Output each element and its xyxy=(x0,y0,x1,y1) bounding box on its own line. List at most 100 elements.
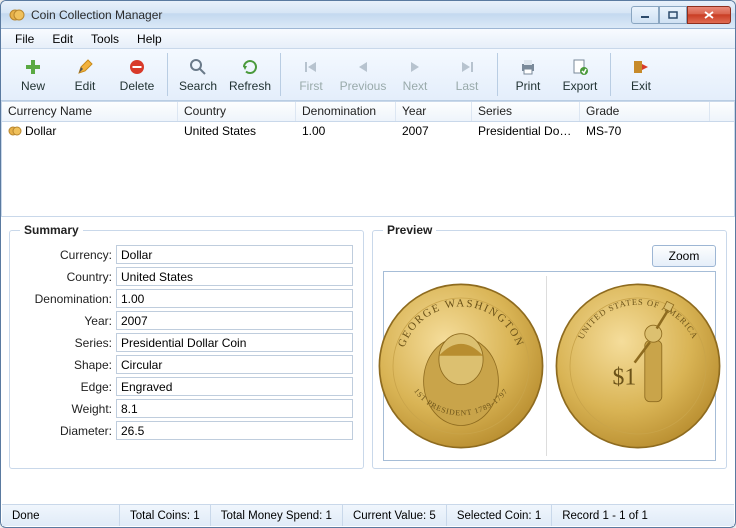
preview-image-box: GEORGE WASHINGTON 1ST PRESIDENT 1789-179… xyxy=(383,271,716,461)
last-label: Last xyxy=(456,79,479,93)
export-button[interactable]: Export xyxy=(554,55,606,95)
label-currency: Currency: xyxy=(20,245,112,264)
toolbar-separator xyxy=(610,53,611,96)
previous-button[interactable]: Previous xyxy=(337,55,389,95)
field-country[interactable] xyxy=(116,267,353,286)
window-title: Coin Collection Manager xyxy=(31,8,631,22)
table-row[interactable]: Dollar United States 1.00 2007 President… xyxy=(2,122,734,140)
label-shape: Shape: xyxy=(20,355,112,374)
toolbar-separator xyxy=(280,53,281,96)
toolbar-separator xyxy=(167,53,168,96)
minimize-button[interactable] xyxy=(631,6,659,24)
preview-title: Preview xyxy=(383,223,436,237)
status-selected-coin: Selected Coin: 1 xyxy=(447,505,552,526)
first-label: First xyxy=(299,79,322,93)
exit-icon xyxy=(631,57,651,77)
last-icon xyxy=(457,57,477,77)
statusbar: Done Total Coins: 1 Total Money Spend: 1… xyxy=(2,504,734,526)
printer-icon xyxy=(518,57,538,77)
new-label: New xyxy=(21,79,45,93)
coin-table: Currency Name Country Denomination Year … xyxy=(1,101,735,217)
label-year: Year: xyxy=(20,311,112,330)
status-done: Done xyxy=(2,505,120,526)
menubar: File Edit Tools Help xyxy=(1,29,735,49)
print-label: Print xyxy=(516,79,541,93)
coin-reverse: UNITED STATES OF AMERICA $1 xyxy=(553,276,723,456)
refresh-icon xyxy=(240,57,260,77)
label-weight: Weight: xyxy=(20,399,112,418)
reverse-denom: $1 xyxy=(613,365,637,391)
app-icon xyxy=(9,7,25,23)
last-button[interactable]: Last xyxy=(441,55,493,95)
zoom-button[interactable]: Zoom xyxy=(652,245,716,267)
menu-file[interactable]: File xyxy=(7,30,42,48)
lower-panels: Summary Currency: Country: Denomination:… xyxy=(1,217,735,475)
table-header: Currency Name Country Denomination Year … xyxy=(2,102,734,122)
exit-button[interactable]: Exit xyxy=(615,55,667,95)
field-denomination[interactable] xyxy=(116,289,353,308)
maximize-button[interactable] xyxy=(659,6,687,24)
label-edge: Edge: xyxy=(20,377,112,396)
previous-label: Previous xyxy=(340,79,387,93)
cell-series: Presidential Doll... xyxy=(472,123,580,139)
cell-denomination: 1.00 xyxy=(296,123,396,139)
window-controls xyxy=(631,6,731,24)
status-current-value: Current Value: 5 xyxy=(343,505,447,526)
field-currency[interactable] xyxy=(116,245,353,264)
refresh-button[interactable]: Refresh xyxy=(224,55,276,95)
summary-panel: Summary Currency: Country: Denomination:… xyxy=(9,223,364,469)
delete-button[interactable]: Delete xyxy=(111,55,163,95)
field-shape[interactable] xyxy=(116,355,353,374)
label-series: Series: xyxy=(20,333,112,352)
toolbar-separator xyxy=(497,53,498,96)
header-currency-name[interactable]: Currency Name xyxy=(2,102,178,121)
next-button[interactable]: Next xyxy=(389,55,441,95)
cell-year: 2007 xyxy=(396,123,472,139)
next-label: Next xyxy=(403,79,428,93)
next-icon xyxy=(405,57,425,77)
plus-icon xyxy=(23,57,43,77)
status-record: Record 1 - 1 of 1 xyxy=(552,505,734,526)
search-label: Search xyxy=(179,79,217,93)
label-denomination: Denomination: xyxy=(20,289,112,308)
header-year[interactable]: Year xyxy=(396,102,472,121)
first-icon xyxy=(301,57,321,77)
header-grade[interactable]: Grade xyxy=(580,102,710,121)
field-diameter[interactable] xyxy=(116,421,353,440)
menu-tools[interactable]: Tools xyxy=(83,30,127,48)
cell-country: United States xyxy=(178,123,296,139)
coin-obverse: GEORGE WASHINGTON 1ST PRESIDENT 1789-179… xyxy=(376,276,547,456)
window-titlebar: Coin Collection Manager xyxy=(1,1,735,29)
summary-title: Summary xyxy=(20,223,83,237)
label-diameter: Diameter: xyxy=(20,421,112,440)
label-country: Country: xyxy=(20,267,112,286)
toolbar: New Edit Delete Search Refresh First Pre… xyxy=(1,49,735,101)
pencil-icon xyxy=(75,57,95,77)
previous-icon xyxy=(353,57,373,77)
export-icon xyxy=(570,57,590,77)
coin-icon xyxy=(8,124,22,138)
status-total-coins: Total Coins: 1 xyxy=(120,505,211,526)
header-series[interactable]: Series xyxy=(472,102,580,121)
search-icon xyxy=(188,57,208,77)
header-country[interactable]: Country xyxy=(178,102,296,121)
cell-grade: MS-70 xyxy=(580,123,710,139)
preview-panel: Preview Zoom GEORGE WASHINGTON xyxy=(372,223,727,469)
edit-button[interactable]: Edit xyxy=(59,55,111,95)
export-label: Export xyxy=(563,79,598,93)
field-year[interactable] xyxy=(116,311,353,330)
new-button[interactable]: New xyxy=(7,55,59,95)
exit-label: Exit xyxy=(631,79,651,93)
search-button[interactable]: Search xyxy=(172,55,224,95)
menu-edit[interactable]: Edit xyxy=(44,30,81,48)
field-weight[interactable] xyxy=(116,399,353,418)
close-button[interactable] xyxy=(687,6,731,24)
delete-label: Delete xyxy=(120,79,155,93)
delete-icon xyxy=(127,57,147,77)
first-button[interactable]: First xyxy=(285,55,337,95)
header-denomination[interactable]: Denomination xyxy=(296,102,396,121)
field-series[interactable] xyxy=(116,333,353,352)
field-edge[interactable] xyxy=(116,377,353,396)
menu-help[interactable]: Help xyxy=(129,30,170,48)
print-button[interactable]: Print xyxy=(502,55,554,95)
